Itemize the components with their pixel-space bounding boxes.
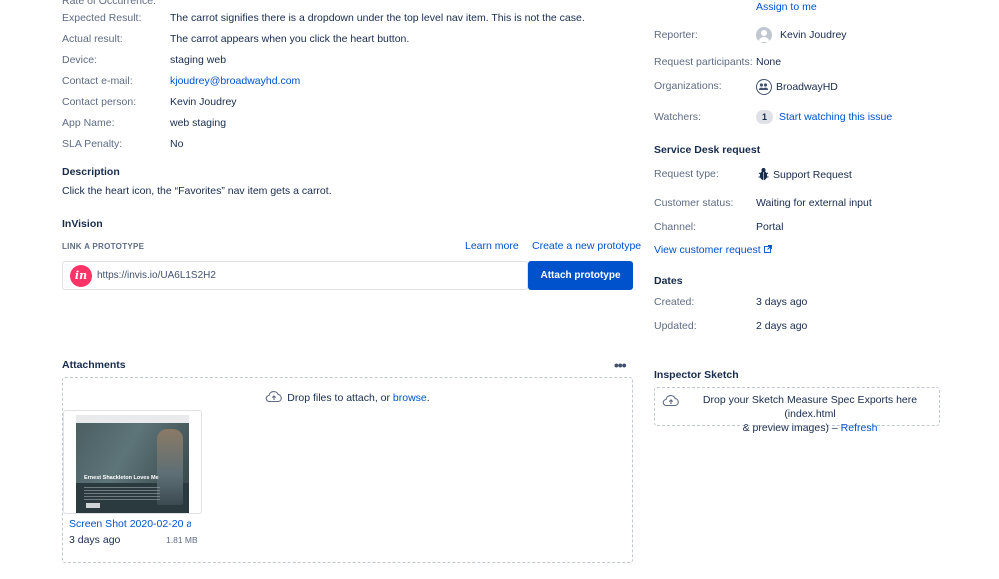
service-desk-heading: Service Desk request bbox=[654, 144, 761, 156]
detail-label: Expected Result: bbox=[62, 12, 142, 24]
created-value: 3 days ago bbox=[756, 296, 808, 308]
customer-status-label: Customer status: bbox=[654, 197, 734, 209]
start-watching-link[interactable]: Start watching this issue bbox=[779, 111, 892, 123]
invision-heading: InVision bbox=[62, 218, 103, 230]
description-text[interactable]: Click the heart icon, the “Favorites” na… bbox=[62, 185, 332, 197]
dropzone-message: Drop files to attach, or browse. bbox=[63, 390, 632, 406]
customer-status-value[interactable]: Waiting for external input bbox=[756, 197, 872, 209]
detail-label: Rate of Occurrence: bbox=[62, 0, 156, 7]
sketch-dropzone[interactable]: Drop your Sketch Measure Spec Exports he… bbox=[654, 387, 940, 434]
detail-label: Device: bbox=[62, 54, 98, 66]
invision-logo-icon: in bbox=[70, 265, 92, 287]
channel-value: Portal bbox=[756, 221, 784, 233]
detail-value: No bbox=[170, 138, 184, 150]
preview-figure bbox=[157, 429, 183, 505]
watchers-label: Watchers: bbox=[654, 111, 701, 123]
detail-label: SLA Penalty: bbox=[62, 138, 123, 150]
detail-label: Actual result: bbox=[62, 33, 123, 45]
more-options-icon[interactable]: ••• bbox=[614, 357, 627, 373]
learn-more-link[interactable]: Learn more bbox=[465, 240, 519, 252]
request-type-value[interactable]: Support Request bbox=[773, 169, 852, 181]
detail-label: Contact person: bbox=[62, 96, 137, 108]
request-type-label: Request type: bbox=[654, 168, 719, 180]
prototype-url-field[interactable]: in https://invis.io/UA6L1S2H2 bbox=[62, 261, 528, 290]
organizations-label: Organizations: bbox=[654, 80, 722, 92]
participants-value[interactable]: None bbox=[756, 56, 781, 68]
organization-icon bbox=[756, 79, 772, 95]
attachment-thumbnail[interactable]: Ernest Shackleton Loves Me bbox=[63, 410, 202, 514]
participants-label: Request participants: bbox=[654, 56, 753, 68]
dates-heading: Dates bbox=[654, 275, 683, 287]
bug-icon bbox=[758, 167, 769, 184]
reporter-avatar-icon bbox=[756, 27, 772, 43]
sketch-line-1: Drop your Sketch Measure Spec Exports he… bbox=[702, 394, 918, 420]
attach-prototype-button[interactable]: Attach prototype bbox=[528, 261, 633, 290]
link-prototype-label: LINK A PROTOTYPE bbox=[62, 242, 145, 251]
assign-to-me-link[interactable]: Assign to me bbox=[756, 1, 817, 13]
contact-email-link[interactable]: kjoudrey@broadwayhd.com bbox=[170, 74, 300, 88]
detail-value: Kevin Joudrey bbox=[170, 96, 237, 108]
attachment-file-name[interactable]: Screen Shot 2020-02-20 at bbox=[69, 518, 191, 530]
preview-topbar bbox=[76, 415, 189, 423]
view-customer-request-link[interactable]: View customer request bbox=[654, 244, 772, 256]
detail-value: The carrot signifies there is a dropdown… bbox=[170, 12, 585, 24]
preview-button bbox=[86, 503, 100, 508]
updated-label: Updated: bbox=[654, 320, 697, 332]
detail-label: Contact e-mail: bbox=[62, 75, 133, 87]
sketch-line-2-text: & preview images) – bbox=[742, 422, 841, 434]
detail-value: web staging bbox=[170, 117, 227, 129]
description-heading: Description bbox=[62, 166, 120, 178]
inspector-sketch-heading: Inspector Sketch bbox=[654, 369, 739, 381]
cloud-upload-icon bbox=[265, 390, 283, 406]
dropzone-text: Drop files to attach, or bbox=[287, 391, 393, 404]
updated-value: 2 days ago bbox=[756, 320, 808, 332]
external-link-icon bbox=[763, 244, 772, 256]
browse-link[interactable]: browse bbox=[393, 392, 427, 404]
attachment-size: 1.81 MB bbox=[166, 535, 198, 545]
preview-text-lines bbox=[84, 487, 160, 501]
refresh-link[interactable]: Refresh bbox=[841, 422, 878, 434]
create-prototype-link[interactable]: Create a new prototype bbox=[532, 240, 641, 252]
screenshot-preview-image: Ernest Shackleton Loves Me bbox=[76, 415, 189, 513]
reporter-label: Reporter: bbox=[654, 29, 698, 41]
view-customer-request-label: View customer request bbox=[654, 244, 761, 256]
created-label: Created: bbox=[654, 296, 695, 308]
detail-value: The carrot appears when you click the he… bbox=[170, 33, 410, 45]
attachment-date: 3 days ago bbox=[69, 534, 121, 546]
attachments-heading: Attachments bbox=[62, 359, 126, 371]
watchers-count-badge: 1 bbox=[756, 110, 773, 124]
sketch-dropzone-message: Drop your Sketch Measure Spec Exports he… bbox=[683, 393, 937, 435]
preview-title: Ernest Shackleton Loves Me bbox=[84, 475, 159, 481]
reporter-value[interactable]: Kevin Joudrey bbox=[780, 29, 847, 41]
dropzone-suffix: . bbox=[426, 391, 430, 404]
detail-value: staging web bbox=[170, 54, 227, 66]
channel-label: Channel: bbox=[654, 221, 697, 233]
detail-label: App Name: bbox=[62, 117, 115, 129]
cloud-upload-icon bbox=[662, 394, 680, 410]
sketch-line-2: & preview images) – Refresh bbox=[683, 421, 937, 435]
prototype-url-input[interactable]: https://invis.io/UA6L1S2H2 bbox=[97, 270, 216, 281]
organization-value[interactable]: BroadwayHD bbox=[776, 81, 838, 93]
